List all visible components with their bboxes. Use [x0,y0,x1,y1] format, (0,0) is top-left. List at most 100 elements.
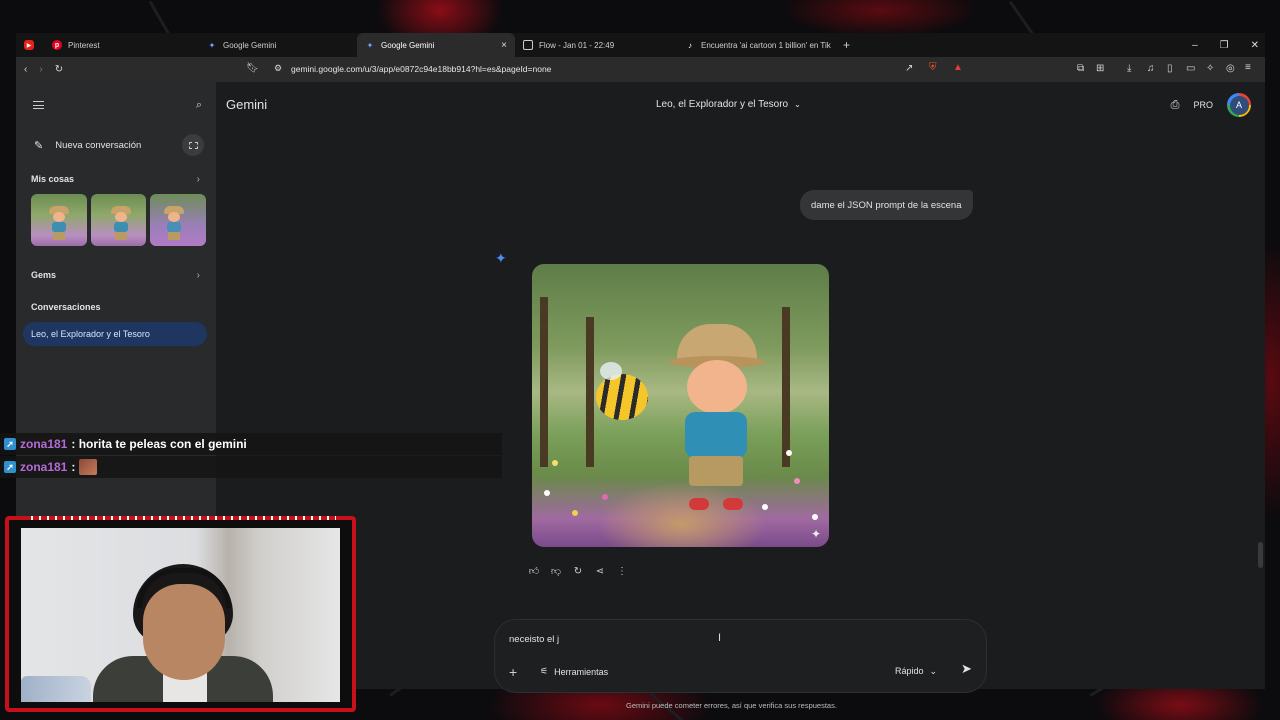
wallet-icon[interactable]: ▭ [1186,63,1195,74]
prompt-input[interactable]: neceisto el j [509,634,559,645]
extensions-icon[interactable]: ⧉ [1077,63,1084,74]
conversation-title-dropdown[interactable]: Leo, el Explorador y el Tesoro ⌄ [656,99,801,110]
conversations-label: Conversaciones [31,302,101,312]
search-icon[interactable]: ⌕ [196,99,202,112]
tab-title: Flow - Jan 01 - 22:49 [539,40,615,50]
temporary-chat-icon [188,141,198,149]
pro-badge[interactable]: PRO [1193,100,1213,110]
scrollbar[interactable] [1258,542,1263,568]
window-controls: – ❐ ✕ [1192,33,1259,57]
back-icon[interactable]: ‹ [24,64,27,75]
avatar-letter: A [1229,95,1249,115]
disclaimer-text: Gemini puede cometer errores, así que ve… [626,701,837,710]
tools-label: Herramientas [554,666,609,677]
chat-topbar: Gemini Leo, el Explorador y el Tesoro ⌄ … [216,82,1265,128]
translate-icon[interactable]: ⊞ [1096,63,1104,74]
tab-title: Pinterest [68,40,100,50]
tools-icon: ⚟ [540,666,549,676]
more-options-icon[interactable]: ⋮ [616,566,628,577]
tab-pinterest[interactable]: p Pinterest [44,33,199,57]
image-thumbnail[interactable] [31,194,87,246]
flow-icon [523,40,533,50]
model-mode-selector[interactable]: Rápido ⌄ [895,666,937,677]
leo-ai-icon[interactable]: ✧ [1206,63,1214,74]
site-info-icon[interactable]: ⚙ [274,63,282,74]
rewards-icon[interactable]: ▲ [953,62,963,73]
tab-tiktok[interactable]: ♪ Encuentra 'ai cartoon 1 billion' en Ti… [677,33,835,57]
vpn-icon[interactable]: ◎ [1226,63,1235,74]
address-bar[interactable]: gemini.google.com/u/3/app/e0872c94e18bb9… [291,64,551,74]
thumbs-up-icon[interactable]: 👍︎ [528,565,540,577]
youtube-icon: ▶ [24,40,34,50]
print-icon[interactable]: ⎙ [1171,99,1180,112]
forward-icon[interactable]: › [39,64,42,75]
share-icon[interactable]: ↗ [905,63,913,74]
youtube-tab[interactable]: ▶ [16,33,44,57]
chat-message-text: : horita te peleas con el gemini [71,437,247,451]
new-chat-label: Nueva conversación [55,139,142,151]
add-attachment-button[interactable]: + [509,664,517,680]
image-thumbnail[interactable] [90,194,147,246]
new-tab-button[interactable]: + [835,33,859,57]
chat-username: zona181 [20,437,68,451]
prompt-composer[interactable]: neceisto el j + ⚟ Herramientas Rápido ⌄ … [494,619,987,693]
close-tab-icon[interactable]: × [501,40,507,51]
avatar[interactable]: A [1227,93,1251,117]
boy-character [667,324,777,524]
generated-image[interactable]: ✦ [532,264,829,547]
restore-icon[interactable]: ❐ [1220,40,1229,51]
tab-google-gemini[interactable]: ✦ Google Gemini [199,33,357,57]
brave-shield-icon[interactable]: ⛨ [929,62,937,73]
tab-title: Google Gemini [381,40,435,50]
stream-chat-message: ➚ zona181 : [0,456,502,478]
share-icon[interactable]: ⋖ [594,566,606,577]
send-button[interactable]: ➤ [961,661,972,677]
chat-badge-icon: ➚ [4,461,16,473]
chat-badge-icon: ➚ [4,438,16,450]
sparkle-icon: ✦ [810,527,821,541]
chat-emote [79,459,98,475]
webcam-feed [21,528,340,702]
regenerate-icon[interactable]: ↻ [572,566,584,577]
user-message-text: dame el JSON prompt de la escena [811,199,962,211]
gems-header[interactable]: Gems › [16,266,216,284]
chat-main: Gemini Leo, el Explorador y el Tesoro ⌄ … [216,82,1265,710]
reload-icon[interactable]: ↻ [55,64,63,75]
chat-message-text: : [71,460,76,474]
gems-label: Gems [31,270,57,280]
my-stuff-header[interactable]: Mis cosas › [16,170,216,188]
gemini-spark-icon: ✦ [495,250,507,266]
tab-strip: ▶ p Pinterest ✦ Google Gemini ✦ Google G… [16,33,1265,57]
menu-icon[interactable] [33,101,44,109]
chevron-right-icon: › [196,173,200,185]
tab-flow[interactable]: Flow - Jan 01 - 22:49 [515,33,677,57]
edit-icon: ✎ [34,139,44,152]
image-thumbnail[interactable] [150,194,207,246]
tab-google-gemini-active[interactable]: ✦ Google Gemini × [357,33,515,57]
conversation-label: Leo, el Explorador y el Tesoro [31,329,150,339]
gemini-brand[interactable]: Gemini [226,97,267,112]
sidebar-toggle-icon[interactable]: ▯ [1167,63,1173,74]
conversation-title: Leo, el Explorador y el Tesoro [656,99,789,110]
bee-character [596,362,648,420]
download-icon[interactable]: ⤓ [1127,63,1131,74]
user-message-bubble: dame el JSON prompt de la escena [800,190,973,220]
chat-username: zona181 [20,460,68,474]
chevron-down-icon: ⌄ [794,100,801,109]
stream-chat-message: ➚ zona181 : horita te peleas con el gemi… [0,433,502,455]
temporary-chat-button[interactable] [182,134,204,156]
close-window-icon[interactable]: ✕ [1251,40,1259,51]
menu-icon[interactable]: ≡ [1245,62,1251,73]
response-actions: 👍︎ 👎︎ ↻ ⋖ ⋮ [528,565,628,578]
new-chat-button[interactable]: ✎ Nueva conversación [16,130,216,160]
media-icon[interactable]: ♫ [1147,63,1155,74]
thumbs-down-icon[interactable]: 👎︎ [550,565,562,577]
minimize-icon[interactable]: – [1192,40,1198,51]
my-stuff-thumbnails [16,194,216,246]
tools-button[interactable]: ⚟ Herramientas [540,666,608,677]
bookmark-icon[interactable]: 🔖︎ [246,63,259,74]
conversation-item-selected[interactable]: Leo, el Explorador y el Tesoro [23,322,207,346]
conversations-header: Conversaciones [16,298,216,316]
pinterest-icon: p [52,40,62,50]
gemini-icon: ✦ [366,40,374,50]
